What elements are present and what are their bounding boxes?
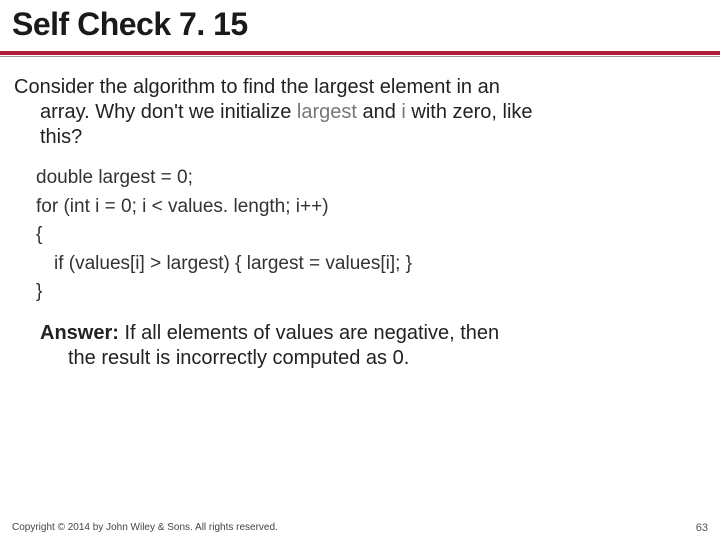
- code-line-4: if (values[i] > largest) { largest = val…: [36, 250, 700, 279]
- answer-text: Answer: If all elements of values are ne…: [0, 307, 720, 371]
- answer-line2: the result is incorrectly computed as 0.: [40, 346, 700, 371]
- question-text: Consider the algorithm to find the large…: [0, 57, 720, 150]
- code-block: double largest = 0; for (int i = 0; i < …: [0, 150, 720, 307]
- code-line-5: }: [36, 278, 700, 307]
- code-line-1: double largest = 0;: [36, 164, 700, 193]
- page-number: 63: [696, 522, 708, 534]
- title-rule: [0, 51, 720, 55]
- question-line2b: and: [357, 101, 401, 123]
- answer-label: Answer:: [40, 322, 119, 344]
- page-title: Self Check 7. 15: [12, 6, 708, 43]
- code-line-2: for (int i = 0; i < values. length; i++): [36, 193, 700, 222]
- question-line2a: array. Why don't we initialize: [40, 101, 297, 123]
- code-ident-largest: largest: [297, 101, 357, 123]
- answer-line1: If all elements of values are negative, …: [119, 322, 499, 344]
- question-line1: Consider the algorithm to find the large…: [14, 76, 500, 98]
- copyright-text: Copyright © 2014 by John Wiley & Sons. A…: [12, 522, 278, 534]
- question-line2c: with zero, like: [406, 101, 533, 123]
- question-line3: this?: [14, 125, 700, 150]
- code-line-3: {: [36, 221, 700, 250]
